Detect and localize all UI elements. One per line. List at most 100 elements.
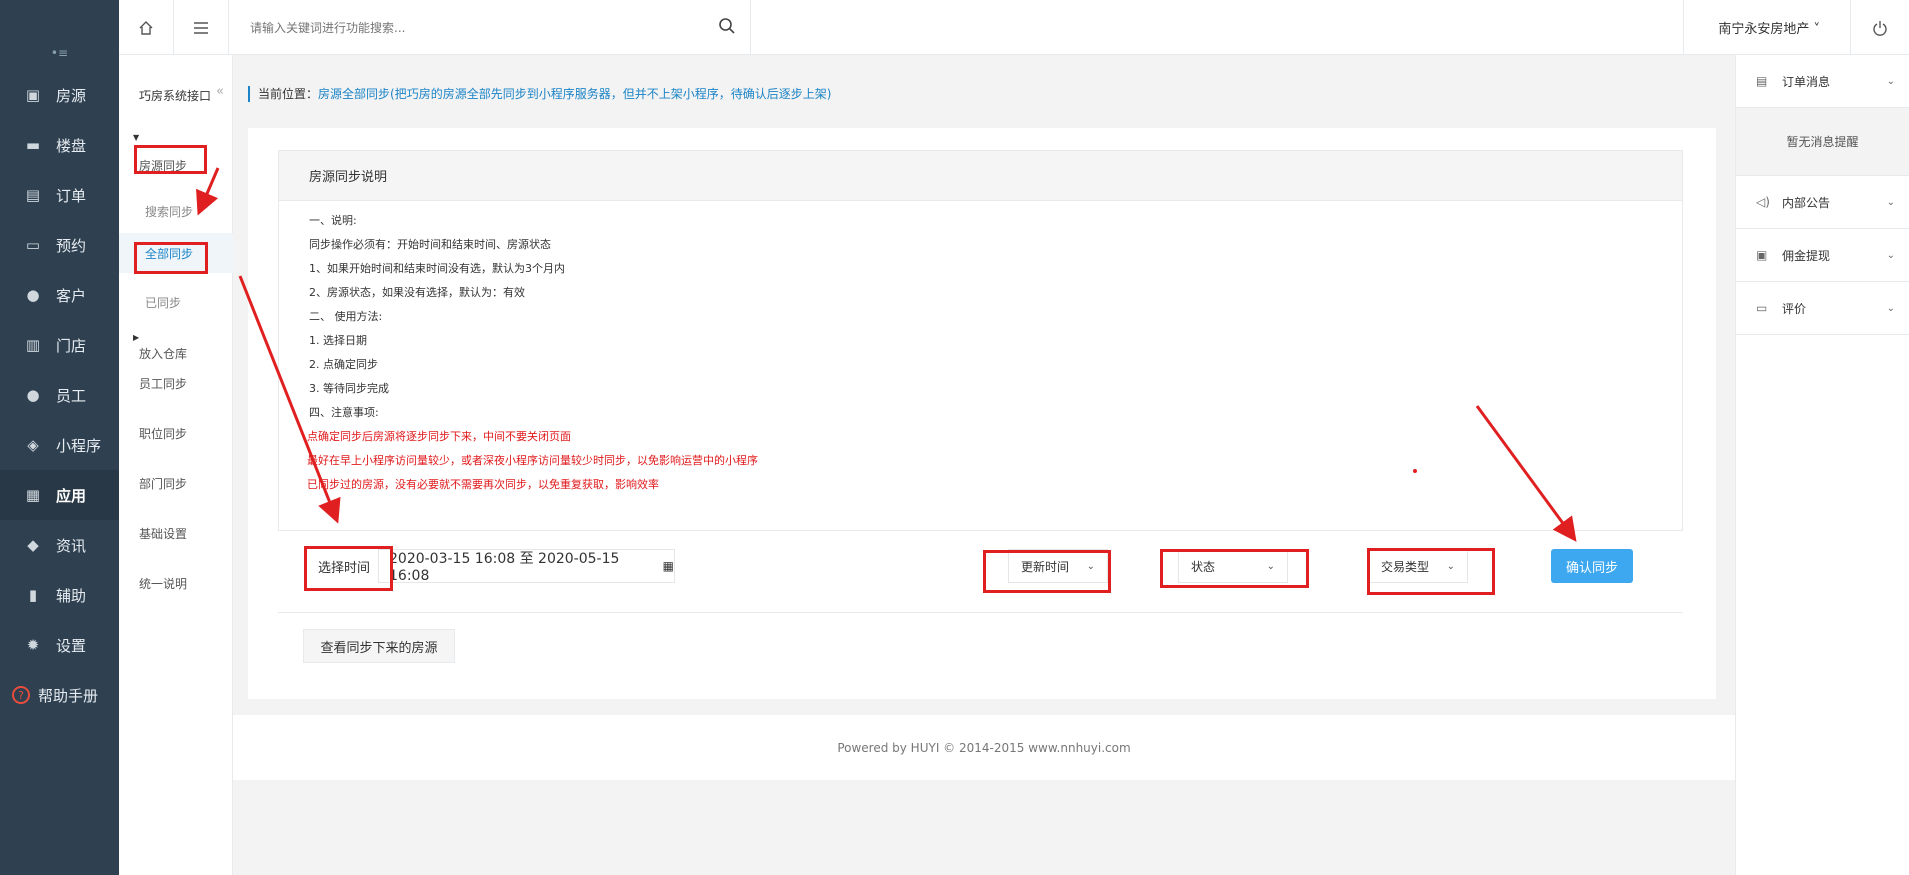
sub-nav-item[interactable]: 全部同步	[119, 233, 233, 273]
caret-down-icon: ▼	[133, 133, 140, 142]
gear-icon: ✹	[26, 636, 40, 654]
internal-notice-toggle[interactable]: ◁) 内部公告 ⌄	[1736, 176, 1909, 229]
nav-item[interactable]: ▦ 应用	[0, 470, 119, 520]
calendar-icon: ▦	[662, 559, 674, 573]
instruction-line: 1. 选择日期	[309, 334, 367, 347]
sort-select[interactable]: 更新时间 ⌄	[1008, 549, 1108, 583]
wechat-icon: ◈	[27, 436, 39, 454]
instruction-line: 一、说明:	[309, 214, 357, 227]
home-button[interactable]	[119, 0, 174, 55]
sub-nav-item[interactable]: 搜索同步	[119, 191, 233, 231]
chevron-down-icon: ⌄	[1086, 560, 1095, 572]
trade-type-value: 交易类型	[1381, 559, 1430, 574]
nav-item[interactable]: ▥ 门店	[0, 320, 119, 370]
nav-item-label: 房源	[56, 86, 87, 105]
comment-icon: ▭	[1756, 301, 1768, 315]
power-icon	[1873, 20, 1887, 36]
sync-form: 选择时间 2020-03-15 16:08 至 2020-05-15 16:08…	[278, 533, 1683, 613]
instruction-line: 点确定同步后房源将逐步同步下来，中间不要关闭页面	[307, 430, 571, 443]
logout-button[interactable]	[1851, 0, 1909, 55]
order-messages-toggle[interactable]: ▤ 订单消息 ⌄	[1736, 55, 1909, 108]
nav-item-label: 应用	[56, 486, 87, 505]
review-toggle[interactable]: ▭ 评价 ⌄	[1736, 282, 1909, 335]
collapse-icon[interactable]: «	[216, 84, 224, 99]
sidebar-toggle[interactable]: •≡	[0, 0, 119, 70]
instruction-line: 2、房源状态，如果没有选择，默认为：有效	[309, 286, 525, 299]
help-icon: ?	[12, 686, 30, 704]
confirm-sync-button[interactable]: 确认同步	[1551, 549, 1633, 583]
no-messages: 暂无消息提醒	[1736, 108, 1909, 176]
search-icon[interactable]	[718, 17, 736, 35]
nav-item[interactable]: ▮ 辅助	[0, 570, 119, 620]
sub-nav-item[interactable]: 员工同步	[119, 363, 233, 403]
nav-item[interactable]: ▤ 订单	[0, 170, 119, 220]
store-icon: ▥	[25, 336, 41, 354]
instructions-title: 房源同步说明	[279, 151, 1682, 201]
box-icon: ▬	[25, 136, 41, 154]
internal-notice-label: 内部公告	[1782, 195, 1831, 210]
chevron-down-icon: ⌄	[1886, 302, 1895, 314]
chevron-down-icon: ⌄	[1886, 249, 1895, 261]
nav-item-label: 小程序	[56, 436, 102, 455]
company-dropdown[interactable]: 南宁永安房地产 ˅	[1683, 0, 1851, 55]
sync-instructions: 房源同步说明 一、说明: 同步操作必须有：开始时间和结束时间、房源状态 1、如果开始…	[278, 150, 1683, 531]
book-icon: ▮	[28, 586, 38, 604]
status-select-value: 状态	[1191, 559, 1216, 574]
chevron-down-icon: ⌄	[1886, 75, 1895, 87]
sub-nav-item[interactable]: 房源同步	[119, 145, 233, 185]
view-synced-button[interactable]: 查看同步下来的房源	[303, 629, 455, 663]
instruction-line: 四、注意事项:	[309, 406, 379, 419]
sub-nav-item[interactable]: 已同步	[119, 282, 233, 322]
nav-item[interactable]: ? 帮助手册	[0, 670, 119, 720]
search-input[interactable]	[238, 0, 678, 55]
chevron-down-icon: ⌄	[1266, 560, 1275, 572]
instruction-line: 二、 使用方法:	[309, 310, 383, 323]
chevron-down-icon: ⌄	[1886, 196, 1895, 208]
instruction-line: 同步操作必须有：开始时间和结束时间、房源状态	[309, 238, 551, 251]
trade-type-select[interactable]: 交易类型 ⌄	[1368, 549, 1468, 583]
nav-item[interactable]: ▭ 预约	[0, 220, 119, 270]
main-nav-list: ▣ 房源 ▬ 楼盘 ▤ 订单 ▭ 预约 ● 客户 ▥ 门店 ● 员工 ◈ 小程序 ▦ 应用 ◆ 资讯 ▮ 辅助 ✹ 设置 ? 帮助…	[0, 70, 119, 720]
main-sidebar: •≡ ▣ 房源 ▬ 楼盘 ▤ 订单 ▭ 预约 ● 客户 ▥ 门店 ● 员工 ◈ 小程序 ▦ 应用 ◆ 资讯 ▮ 辅助 ✹ 设置…	[0, 0, 119, 875]
time-label: 选择时间	[318, 561, 371, 576]
sort-select-value: 更新时间	[1021, 559, 1070, 574]
instruction-line: 已同步过的房源，没有必要就不需要再次同步，以免重复获取，影响效率	[307, 478, 659, 491]
function-search	[238, 0, 751, 55]
user-icon: ●	[26, 286, 40, 304]
tag-icon: ◆	[27, 536, 39, 554]
date-range-picker[interactable]: 2020-03-15 16:08 至 2020-05-15 16:08 ▦	[378, 549, 675, 584]
sub-nav-item[interactable]: 部门同步	[119, 463, 233, 503]
nav-item[interactable]: ◈ 小程序	[0, 420, 119, 470]
clipboard-icon: ▤	[1756, 74, 1768, 88]
sub-nav-item[interactable]: 职位同步	[119, 413, 233, 453]
nav-item-label: 订单	[56, 186, 87, 205]
nav-item[interactable]: ✹ 设置	[0, 620, 119, 670]
instruction-line: 2. 点确定同步	[309, 358, 378, 371]
hamburger-icon	[194, 21, 208, 34]
top-bar: 南宁永安房地产 ˅	[119, 0, 1909, 55]
menu-toggle-button[interactable]	[174, 0, 229, 55]
status-select[interactable]: 状态 ⌄	[1178, 549, 1288, 583]
building-icon: ▣	[25, 86, 41, 104]
right-panel: ▤ 订单消息 ⌄ 暂无消息提醒 ◁) 内部公告 ⌄ ▣ 佣金提现 ⌄ ▭ 评价 …	[1735, 55, 1909, 875]
commission-toggle[interactable]: ▣ 佣金提现 ⌄	[1736, 229, 1909, 282]
nav-item-label: 辅助	[56, 586, 87, 605]
breadcrumb-link[interactable]: 房源全部同步(把巧房的房源全部先同步到小程序服务器，但并不上架小程序，待确认后逐…	[318, 87, 831, 101]
breadcrumb: 当前位置：房源全部同步(把巧房的房源全部先同步到小程序服务器，但并不上架小程序，…	[248, 86, 831, 102]
nav-item[interactable]: ▣ 房源	[0, 70, 119, 120]
sub-sidebar: 巧房系统接口 « ▼ ▶ 房源同步 搜索同步 全部同步 已同步 放入仓库 员工同步 职位同步…	[119, 55, 233, 875]
inbox-icon: ▭	[25, 236, 41, 254]
nav-item[interactable]: ▬ 楼盘	[0, 120, 119, 170]
sub-nav-item[interactable]: 统一说明	[119, 563, 233, 603]
review-label: 评价	[1782, 301, 1807, 316]
breadcrumb-prefix: 当前位置：	[258, 87, 319, 101]
nav-item-label: 预约	[56, 236, 87, 255]
nav-item[interactable]: ● 员工	[0, 370, 119, 420]
sub-nav-item[interactable]: 基础设置	[119, 513, 233, 553]
instruction-line: 1、如果开始时间和结束时间没有选，默认为3个月内	[309, 262, 565, 275]
date-range-value: 2020-03-15 16:08 至 2020-05-15 16:08	[389, 551, 620, 584]
nav-item[interactable]: ● 客户	[0, 270, 119, 320]
nav-item[interactable]: ◆ 资讯	[0, 520, 119, 570]
nav-item-label: 客户	[56, 286, 87, 305]
nav-item-label: 设置	[56, 636, 87, 655]
